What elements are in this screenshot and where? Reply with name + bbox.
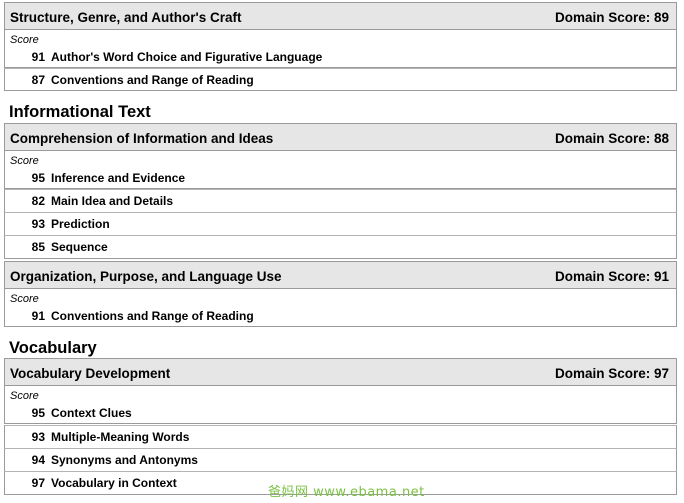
score-label-box [4, 151, 677, 167]
list-item: 95 Inference and Evidence [4, 167, 677, 189]
list-item: 95 Context Clues [4, 402, 677, 424]
item-score: 93 [31, 217, 45, 231]
item-label: Inference and Evidence [51, 171, 186, 185]
item-score: 91 [31, 50, 45, 64]
item-score: 91 [31, 309, 45, 323]
item-label: Multiple-Meaning Words [51, 430, 190, 444]
list-item: 93 Prediction [4, 212, 677, 236]
domain-title: Structure, Genre, and Author's Craft [10, 10, 242, 25]
score-label-box [4, 289, 677, 305]
item-score: 95 [31, 171, 45, 185]
score-label: Score [10, 34, 39, 46]
item-label: Prediction [51, 217, 110, 231]
item-score: 95 [31, 406, 45, 420]
domain-score: Domain Score: 97 [554, 366, 669, 381]
item-score: 87 [31, 73, 45, 87]
domain-score: Domain Score: 88 [554, 131, 669, 146]
score-label: Score [10, 155, 39, 167]
domain-header: Organization, Purpose, and Language Use … [4, 261, 677, 289]
item-label: Context Clues [51, 406, 132, 420]
item-label: Conventions and Range of Reading [51, 73, 254, 87]
item-score: 93 [31, 430, 45, 444]
domain-score: Domain Score: 89 [554, 10, 669, 25]
item-score: 94 [31, 453, 45, 467]
item-label: Synonyms and Antonyms [51, 453, 198, 467]
list-item: 94 Synonyms and Antonyms [4, 448, 677, 472]
domain-title: Organization, Purpose, and Language Use [10, 269, 282, 284]
domain-header: Comprehension of Information and Ideas D… [4, 123, 677, 151]
section-title: Vocabulary [9, 339, 97, 357]
watermark: 爸妈网 www.ebama.net [268, 485, 425, 500]
list-item: 93 Multiple-Meaning Words [4, 425, 677, 449]
item-score: 82 [31, 194, 45, 208]
list-item: 87 Conventions and Range of Reading [4, 68, 677, 91]
list-item: 82 Main Idea and Details [4, 189, 677, 213]
item-label: Sequence [51, 240, 108, 254]
score-report: Structure, Genre, and Author's Craft Dom… [0, 0, 684, 503]
item-label: Conventions and Range of Reading [51, 309, 254, 323]
domain-score: Domain Score: 91 [554, 269, 669, 284]
domain-header: Vocabulary Development Domain Score: 97 [4, 358, 677, 386]
list-item: 91 Author's Word Choice and Figurative L… [4, 46, 677, 68]
item-label: Vocabulary in Context [51, 476, 177, 490]
score-label-box [4, 30, 677, 46]
item-label: Main Idea and Details [51, 194, 174, 208]
domain-header: Structure, Genre, and Author's Craft Dom… [4, 2, 677, 30]
section-title: Informational Text [9, 103, 151, 121]
list-item: 91 Conventions and Range of Reading [4, 305, 677, 327]
item-label: Author's Word Choice and Figurative Lang… [51, 50, 323, 64]
item-score: 85 [31, 240, 45, 254]
item-score: 97 [31, 476, 45, 490]
score-label-box [4, 386, 677, 402]
domain-title: Comprehension of Information and Ideas [10, 131, 274, 146]
score-label: Score [10, 390, 39, 402]
score-label: Score [10, 293, 39, 305]
domain-title: Vocabulary Development [10, 366, 171, 381]
list-item: 85 Sequence [4, 235, 677, 259]
